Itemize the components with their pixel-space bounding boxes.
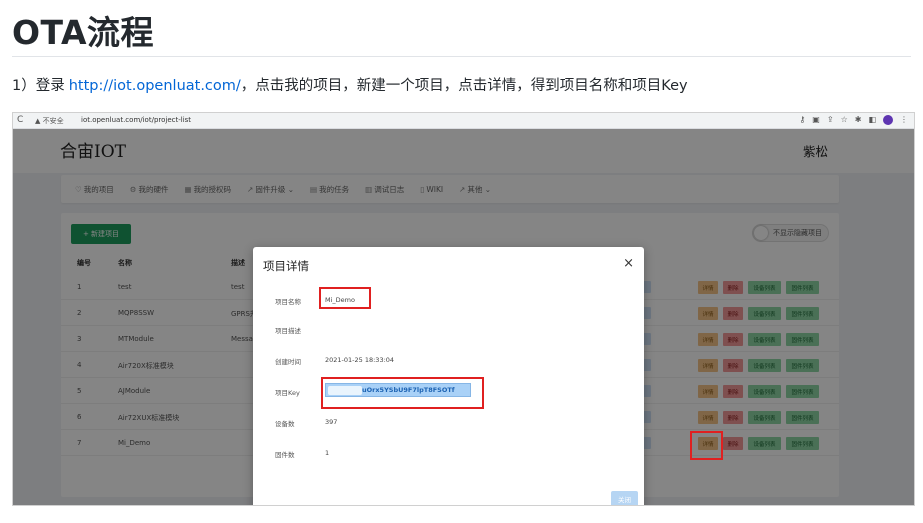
created-time-value: 2021-01-25 18:33:04 xyxy=(325,356,395,364)
sidebar-icon[interactable]: ◧ xyxy=(868,115,876,125)
iot-app: 合宙IOT 紫松 ♡ 我的项目 ⚙ 我的硬件 ▦ 我的授权码 ↗ 固件升级 ⌄ ▤ 我的任… xyxy=(13,129,914,505)
created-time-label: 创建时间 xyxy=(275,358,301,366)
project-key-label: 项目Key xyxy=(275,389,300,397)
firmware-count-value: 1 xyxy=(325,449,330,457)
dialog-title: 项目详情 xyxy=(263,259,309,273)
close-button[interactable]: 关闭 xyxy=(611,491,638,505)
doc-title: OTA流程 xyxy=(12,13,155,52)
project-name-label: 项目名称 xyxy=(275,298,301,306)
firmware-count-label: 固件数 xyxy=(275,451,295,459)
reload-icon[interactable]: C xyxy=(17,115,23,125)
step-1-text: 1）登录 http://iot.openluat.com/，点击我的项目，新建一个… xyxy=(12,74,688,95)
profile-avatar[interactable] xyxy=(883,115,893,125)
project-key-highlight xyxy=(321,377,484,409)
step-prefix: 1）登录 xyxy=(12,78,65,94)
menu-icon[interactable]: ⋮ xyxy=(900,115,908,125)
translate-icon[interactable]: ▣ xyxy=(812,115,820,125)
device-count-value: 397 xyxy=(325,418,338,426)
close-icon[interactable]: × xyxy=(623,256,634,271)
security-warning: ▲ 不安全 xyxy=(35,117,64,125)
detail-button-highlight xyxy=(690,431,723,460)
address-url[interactable]: iot.openluat.com/iot/project-list xyxy=(81,116,191,124)
screenshot-figure: C ▲ 不安全 iot.openluat.com/iot/project-lis… xyxy=(12,112,915,506)
star-icon[interactable]: ☆ xyxy=(841,115,848,125)
device-count-label: 设备数 xyxy=(275,420,295,428)
step-description: ，点击我的项目，新建一个项目，点击详情，得到项目名称和项目Key xyxy=(240,78,688,94)
key-icon[interactable]: ⚷ xyxy=(799,115,805,125)
title-divider xyxy=(12,56,911,57)
share-icon[interactable]: ⇪ xyxy=(827,115,834,125)
project-detail-dialog: 项目详情 × 项目名称 Mi_Demo 项目描述 创建时间 2021-01-25… xyxy=(253,247,644,505)
project-name-highlight xyxy=(319,287,371,309)
extensions-icon[interactable]: ✱ xyxy=(855,115,862,125)
browser-toolbar-icons: ⚷ ▣ ⇪ ☆ ✱ ◧ ⋮ xyxy=(799,115,908,125)
openluat-link[interactable]: http://iot.openluat.com/ xyxy=(69,78,241,94)
project-desc-label: 项目描述 xyxy=(275,327,301,335)
browser-address-bar: C ▲ 不安全 iot.openluat.com/iot/project-lis… xyxy=(13,113,914,129)
